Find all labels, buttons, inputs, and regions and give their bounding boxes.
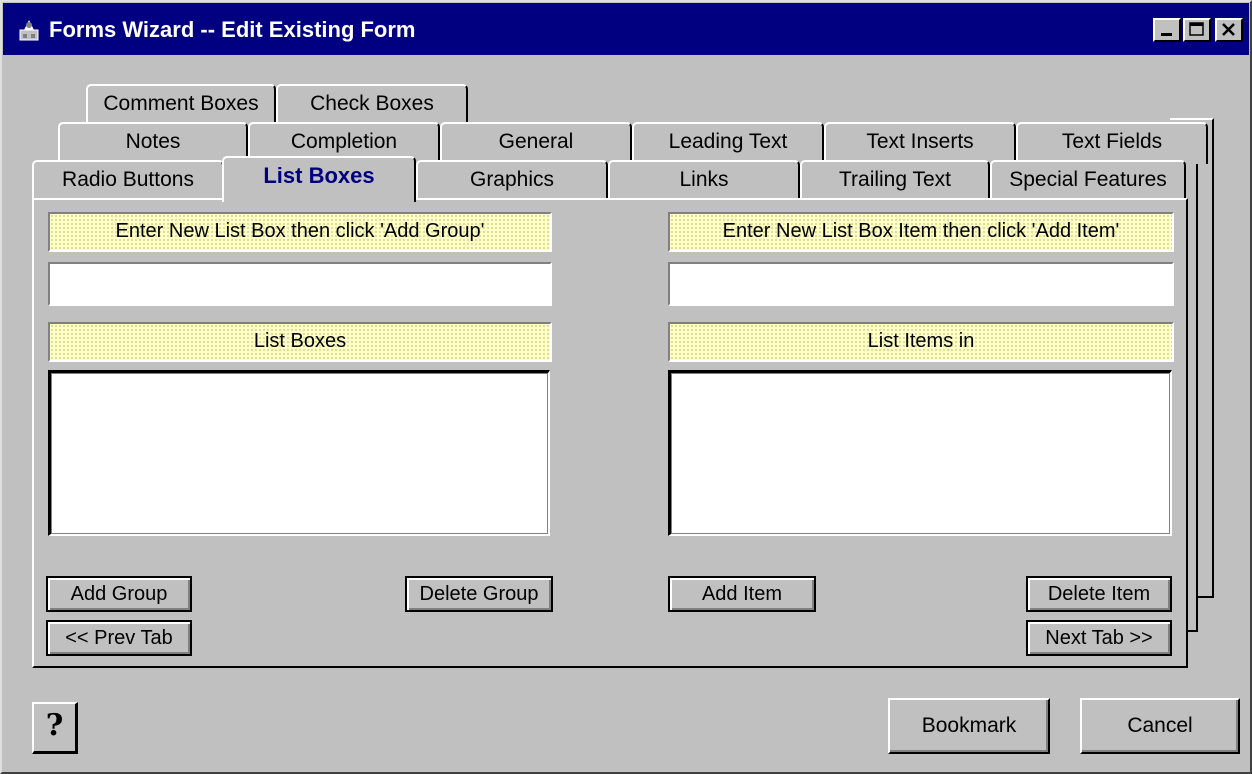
window-title: Forms Wizard -- Edit Existing Form — [49, 17, 416, 42]
close-button[interactable] — [1215, 18, 1243, 42]
tab-list-boxes[interactable]: List Boxes — [222, 156, 416, 202]
tab-notes[interactable]: Notes — [58, 122, 248, 164]
add-item-button[interactable]: Add Item — [668, 576, 816, 612]
new-list-box-input[interactable] — [48, 262, 552, 306]
close-icon — [1222, 23, 1235, 36]
minimize-button[interactable] — [1153, 18, 1181, 42]
tab-general[interactable]: General — [440, 122, 632, 164]
new-list-box-label: Enter New List Box then click 'Add Group… — [48, 212, 552, 252]
maximize-button[interactable] — [1183, 18, 1211, 42]
delete-group-button[interactable]: Delete Group — [405, 576, 553, 612]
question-mark-icon: ? — [45, 708, 64, 743]
title-bar[interactable]: Forms Wizard -- Edit Existing Form — [3, 3, 1249, 55]
delete-item-button[interactable]: Delete Item — [1026, 576, 1172, 612]
tab-trailing-text[interactable]: Trailing Text — [800, 160, 990, 202]
tab-text-fields[interactable]: Text Fields — [1016, 122, 1208, 164]
bookmark-button[interactable]: Bookmark — [888, 698, 1050, 754]
add-group-button[interactable]: Add Group — [46, 576, 192, 612]
prev-tab-button[interactable]: << Prev Tab — [46, 620, 192, 656]
minimize-icon — [1161, 33, 1172, 36]
cancel-button[interactable]: Cancel — [1080, 698, 1240, 754]
new-list-item-label: Enter New List Box Item then click 'Add … — [668, 212, 1174, 252]
tab-leading-text[interactable]: Leading Text — [632, 122, 824, 164]
tab-graphics[interactable]: Graphics — [416, 160, 608, 202]
new-list-item-input[interactable] — [668, 262, 1174, 306]
tab-text-inserts[interactable]: Text Inserts — [824, 122, 1016, 164]
list-items-list[interactable] — [668, 370, 1172, 536]
tab-radio-buttons[interactable]: Radio Buttons — [32, 160, 224, 202]
tab-check-boxes[interactable]: Check Boxes — [276, 84, 468, 126]
maximize-icon — [1189, 22, 1204, 36]
list-boxes-label: List Boxes — [48, 322, 552, 362]
list-items-label: List Items in — [668, 322, 1174, 362]
tab-links[interactable]: Links — [608, 160, 800, 202]
tab-comment-boxes[interactable]: Comment Boxes — [86, 84, 276, 126]
list-boxes-list[interactable] — [48, 370, 550, 536]
tab-special-features[interactable]: Special Features — [990, 160, 1186, 202]
wizard-app-icon — [15, 16, 43, 44]
help-button[interactable]: ? — [32, 702, 78, 754]
next-tab-button[interactable]: Next Tab >> — [1026, 620, 1172, 656]
